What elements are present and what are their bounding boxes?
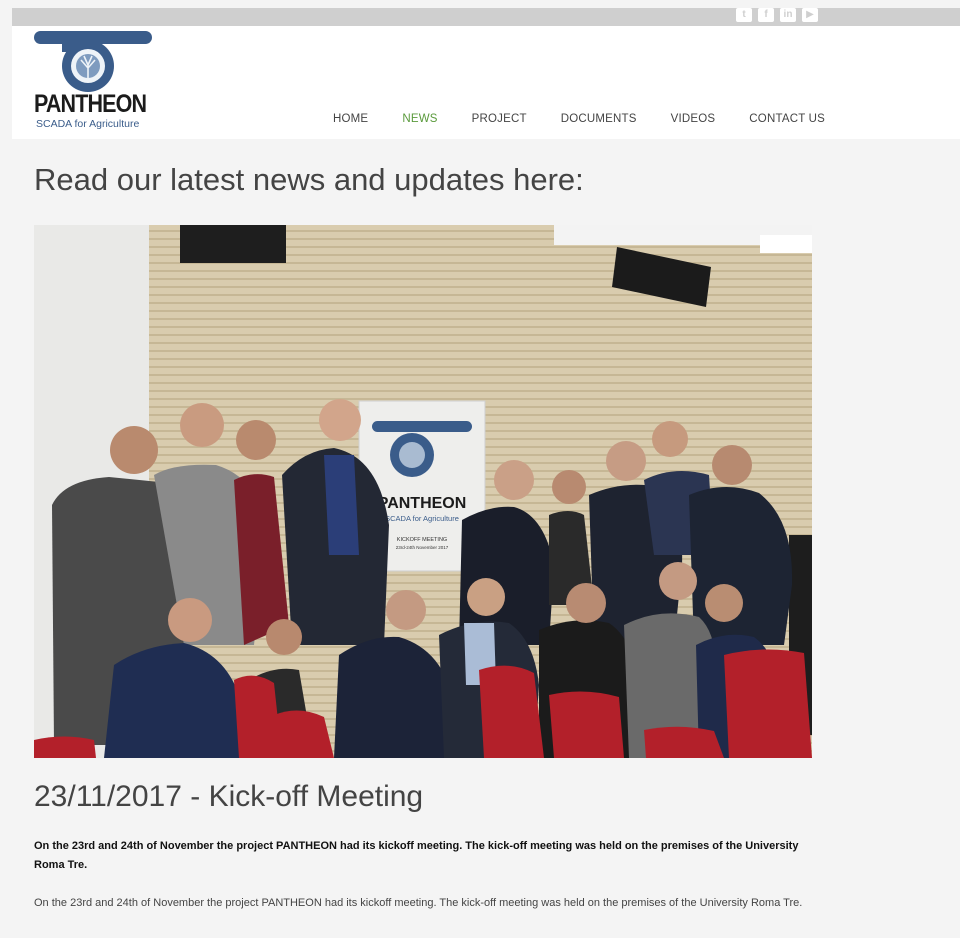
nav-home[interactable]: HOME — [333, 113, 368, 125]
article-body: On the 23rd and 24th of November the pro… — [34, 897, 803, 909]
poster-event: KICKOFF MEETING — [397, 537, 447, 543]
poster-name: PANTHEON — [378, 495, 467, 512]
social-links: t f in ▶ — [736, 8, 818, 26]
nav-contact-us[interactable]: CONTACT US — [749, 113, 825, 125]
news-photo: PANTHEON SCADA for Agriculture KICKOFF M… — [34, 225, 812, 758]
logo-wordmark: PANTHEON — [34, 90, 147, 118]
linkedin-icon[interactable]: in — [780, 8, 796, 22]
logo-tagline: SCADA for Agriculture — [36, 118, 140, 130]
poster-dates: 23rd-24th November 2017 — [396, 545, 449, 550]
article-lead: On the 23rd and 24th of November the pro… — [34, 840, 799, 871]
site-logo[interactable]: PANTHEON SCADA for Agriculture — [32, 28, 154, 138]
top-bar: t f in ▶ — [12, 8, 960, 26]
nav-project[interactable]: PROJECT — [472, 113, 527, 125]
nav-documents[interactable]: DOCUMENTS — [561, 113, 637, 125]
page-headline: Read our latest news and updates here: — [34, 162, 584, 197]
main-nav: HOME NEWS PROJECT DOCUMENTS VIDEOS CONTA… — [333, 113, 859, 125]
youtube-icon[interactable]: ▶ — [802, 8, 818, 22]
logo-emblem-icon — [34, 31, 152, 92]
nav-news[interactable]: NEWS — [402, 113, 437, 125]
group-photo-illustration: PANTHEON SCADA for Agriculture KICKOFF M… — [34, 225, 812, 758]
site-header: PANTHEON SCADA for Agriculture HOME NEWS… — [12, 26, 960, 139]
nav-videos[interactable]: VIDEOS — [671, 113, 716, 125]
facebook-icon[interactable]: f — [758, 8, 774, 22]
poster-tagline: SCADA for Agriculture — [385, 514, 459, 523]
twitter-icon[interactable]: t — [736, 8, 752, 22]
article-title: 23/11/2017 - Kick-off Meeting — [34, 780, 424, 813]
